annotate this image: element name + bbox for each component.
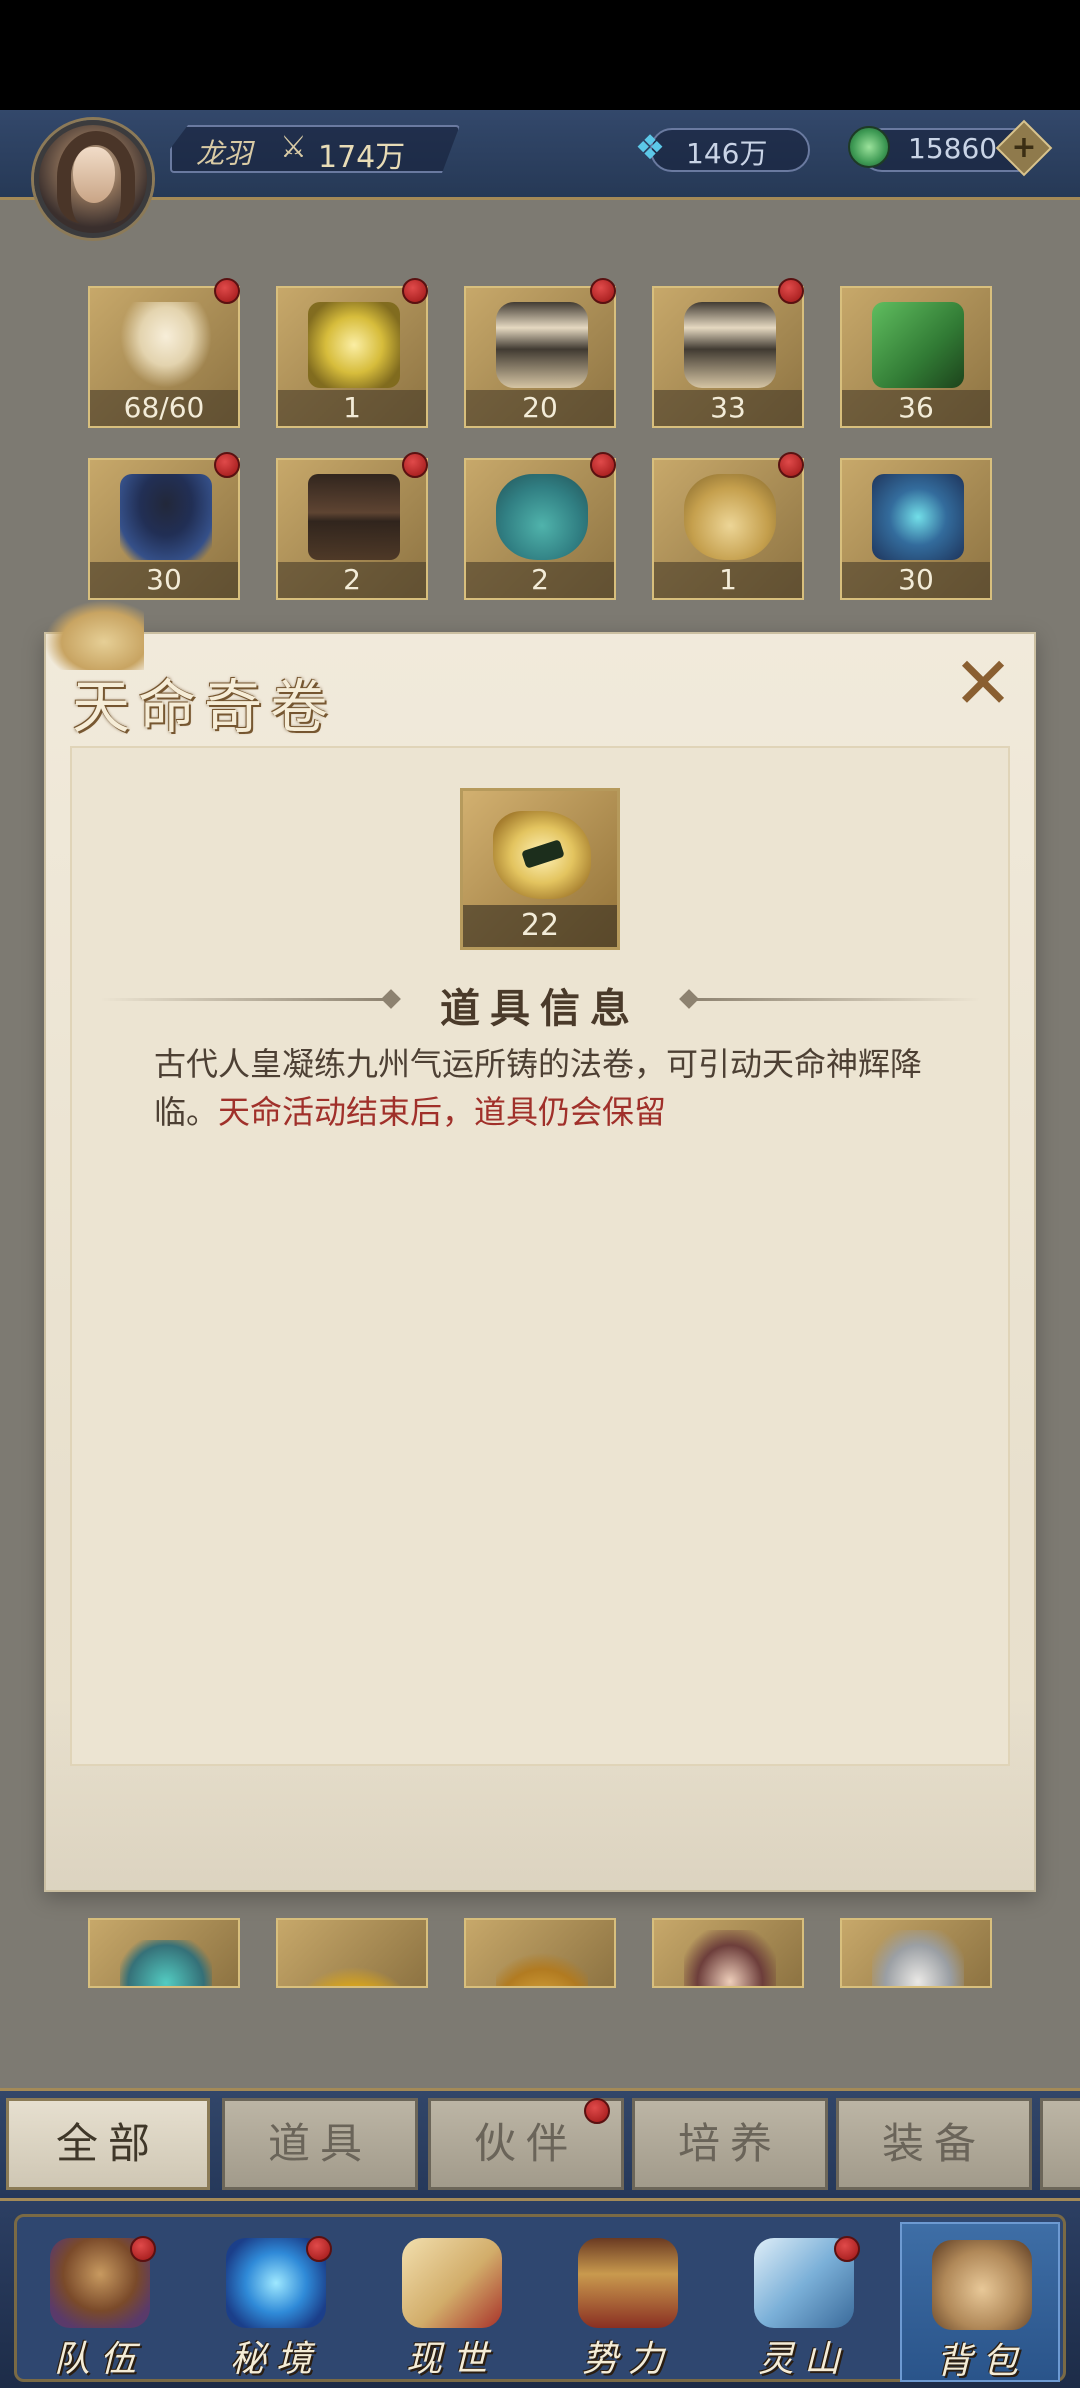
scroll-map-icon <box>402 2238 502 2328</box>
red-dot-badge <box>584 2098 610 2124</box>
nav-backpack[interactable]: 背包 <box>900 2222 1060 2382</box>
orb-icon <box>120 1940 212 1986</box>
inventory-slot[interactable] <box>464 1918 616 1988</box>
blue-pouch-icon <box>496 474 588 560</box>
golden-talisman-icon <box>308 302 400 388</box>
nav-label: 灵山 <box>757 2339 850 2380</box>
nav-label: 势力 <box>581 2339 674 2380</box>
item-count: 33 <box>654 390 802 426</box>
nav-secret-realm[interactable]: 秘境 <box>196 2222 356 2382</box>
section-divider-left <box>100 998 390 1001</box>
red-dot-badge <box>402 452 428 478</box>
section-title: 道具信息 <box>440 985 640 1032</box>
red-dot-badge <box>778 278 804 304</box>
player-avatar[interactable] <box>34 120 152 238</box>
pavilion-icon <box>578 2238 678 2328</box>
item-count: 2 <box>466 562 614 598</box>
feather-icon <box>120 302 212 388</box>
item-count: 30 <box>842 562 990 598</box>
nav-label: 背包 <box>935 2341 1028 2382</box>
character-portrait-icon <box>684 1930 776 1986</box>
combat-power-value: 174万 <box>318 140 406 175</box>
scroll-icon <box>493 811 591 899</box>
inventory-slot[interactable] <box>840 1918 992 1988</box>
inventory-slot[interactable] <box>276 1918 428 1988</box>
red-dot-badge <box>306 2236 332 2262</box>
gold-fan-icon <box>308 1954 400 1986</box>
tab-equipment[interactable]: 装备 <box>836 2098 1032 2190</box>
nav-label: 队伍 <box>53 2339 146 2380</box>
crystal-icon: ❖ <box>634 128 666 168</box>
red-dot-badge <box>214 452 240 478</box>
jade-coin-icon <box>848 126 890 168</box>
inventory-slot[interactable]: 33 <box>652 286 804 428</box>
inventory-slot[interactable]: 2 <box>464 458 616 600</box>
red-dot-badge <box>590 278 616 304</box>
nav-team[interactable]: 队伍 <box>20 2222 180 2382</box>
nav-faction[interactable]: 势力 <box>548 2222 708 2382</box>
nav-label: 现世 <box>405 2339 498 2380</box>
red-dot-badge <box>214 278 240 304</box>
item-count: 30 <box>90 562 238 598</box>
tab-more-partial[interactable] <box>1040 2098 1080 2190</box>
inventory-slot[interactable]: 20 <box>464 286 616 428</box>
tab-cultivate[interactable]: 培养 <box>632 2098 828 2190</box>
character-portrait-icon <box>872 1930 964 1986</box>
avatar-face <box>73 147 115 203</box>
section-divider-right <box>690 998 980 1001</box>
currency-primary-value: 146万 <box>686 137 768 170</box>
inventory-slot[interactable]: 30 <box>840 458 992 600</box>
item-count: 1 <box>278 390 426 426</box>
inventory-slot[interactable]: 30 <box>88 458 240 600</box>
item-count: 1 <box>654 562 802 598</box>
inventory-slot[interactable] <box>88 1918 240 1988</box>
nav-present-world[interactable]: 现世 <box>372 2222 532 2382</box>
item-count: 68/60 <box>90 390 238 426</box>
inventory-slot[interactable]: 1 <box>652 458 804 600</box>
shadow-figure-icon <box>120 474 212 560</box>
status-bar-area <box>0 0 1080 110</box>
player-name: 龙羽 <box>196 137 253 170</box>
nav-spirit-mountain[interactable]: 灵山 <box>724 2222 884 2382</box>
inventory-slot[interactable]: 2 <box>276 458 428 600</box>
close-icon[interactable]: ✕ <box>948 647 1018 719</box>
red-dot-badge <box>402 278 428 304</box>
inventory-slot[interactable]: 68/60 <box>88 286 240 428</box>
item-count: 20 <box>466 390 614 426</box>
currency-secondary-value: 15860 <box>908 132 998 165</box>
nav-label: 秘境 <box>229 2339 322 2380</box>
treasure-chest-icon <box>496 302 588 388</box>
gold-pouch-icon <box>684 474 776 560</box>
tab-items[interactable]: 道具 <box>222 2098 418 2190</box>
red-dot-badge <box>130 2236 156 2262</box>
blue-box-icon <box>872 474 964 560</box>
item-description: 古代人皇凝练九州气运所铸的法卷，可引动天命神辉降临。天命活动结束后，道具仍会保留 <box>154 1040 924 1136</box>
inventory-slot[interactable] <box>652 1918 804 1988</box>
red-dot-badge <box>834 2236 860 2262</box>
red-dot-badge <box>778 452 804 478</box>
red-dot-badge <box>590 452 616 478</box>
treasure-chest-icon <box>684 302 776 388</box>
inventory-slot[interactable]: 1 <box>276 286 428 428</box>
inventory-slot[interactable]: 36 <box>840 286 992 428</box>
combat-power-icon: ⚔ <box>280 130 307 165</box>
jade-box-icon <box>872 302 964 388</box>
item-count: 2 <box>278 562 426 598</box>
modal-title: 天命奇卷 <box>72 673 337 741</box>
gold-coins-icon <box>496 1946 588 1986</box>
item-count: 22 <box>463 905 617 947</box>
item-count: 36 <box>842 390 990 426</box>
item-preview-slot: 22 <box>460 788 620 950</box>
dark-chest-icon <box>308 474 400 560</box>
description-highlight: 天命活动结束后，道具仍会保留 <box>218 1093 667 1131</box>
bag-icon <box>932 2240 1032 2330</box>
tab-all[interactable]: 全部 <box>6 2098 210 2190</box>
plus-icon: + <box>1011 130 1037 165</box>
